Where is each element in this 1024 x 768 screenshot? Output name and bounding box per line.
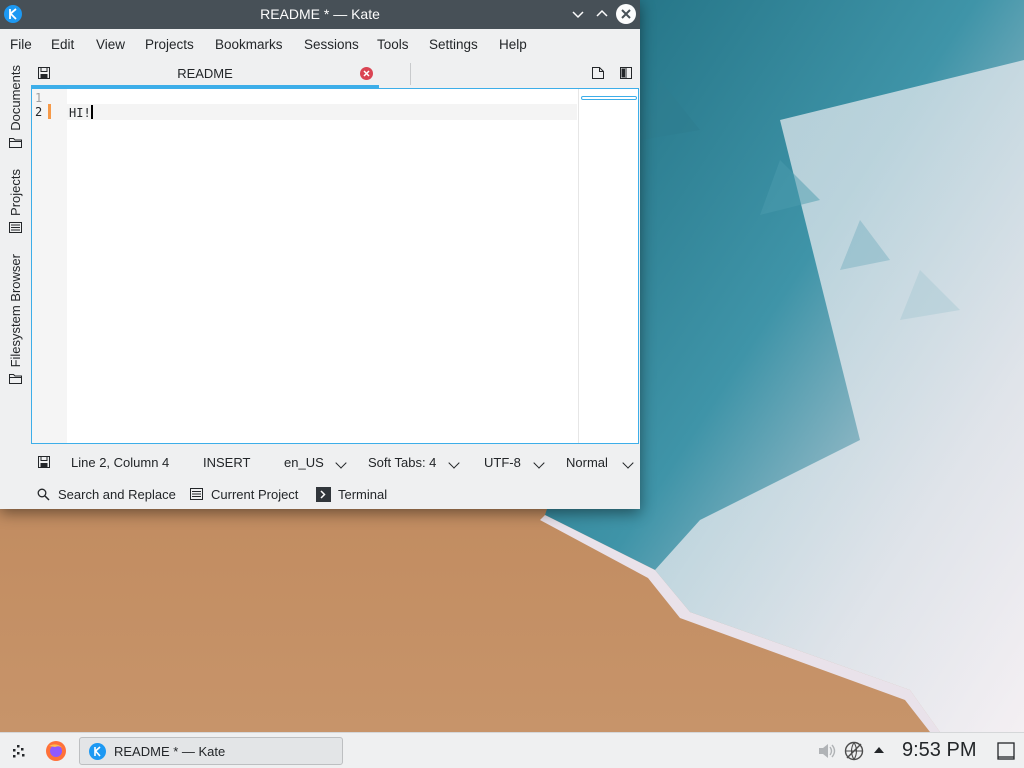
current-line-highlight <box>67 104 577 120</box>
chevron-up-icon <box>596 9 608 17</box>
input-mode-selector[interactable]: Normal <box>566 455 608 470</box>
sidebar-tab-documents[interactable]: Documents <box>6 65 24 148</box>
chevron-down-icon[interactable] <box>533 457 545 469</box>
folder-icon <box>8 137 22 148</box>
terminal-icon <box>316 487 331 502</box>
menu-projects[interactable]: Projects <box>145 37 194 52</box>
tab-readme[interactable]: README <box>31 60 379 88</box>
menu-tools[interactable]: Tools <box>377 37 409 52</box>
terminal-button[interactable]: Terminal <box>338 487 387 502</box>
indentation-selector[interactable]: Soft Tabs: 4 <box>368 455 436 470</box>
close-icon <box>621 9 631 19</box>
status-bar: Line 2, Column 4 INSERT en_US Soft Tabs:… <box>31 448 639 476</box>
dictionary-selector[interactable]: en_US <box>284 455 324 470</box>
minimap-scrollbar[interactable] <box>578 89 638 443</box>
menu-bookmarks[interactable]: Bookmarks <box>215 37 283 52</box>
menu-file[interactable]: File <box>10 37 32 52</box>
menu-edit[interactable]: Edit <box>51 37 74 52</box>
encoding-selector[interactable]: UTF-8 <box>484 455 521 470</box>
cursor-position[interactable]: Line 2, Column 4 <box>71 455 169 470</box>
code-line[interactable]: HI! <box>69 105 93 120</box>
code-text: HI! <box>69 106 91 120</box>
close-window-button[interactable] <box>616 4 636 24</box>
task-label: README * — Kate <box>114 744 226 759</box>
sidebar-tab-label: Documents <box>7 65 23 131</box>
line-number: 1 <box>35 91 43 105</box>
folder-icon <box>8 374 22 385</box>
menu-help[interactable]: Help <box>499 37 527 52</box>
menu-settings[interactable]: Settings <box>429 37 478 52</box>
taskbar: README * — Kate 9:53 PM <box>0 732 1024 768</box>
chevron-down-icon[interactable] <box>448 457 460 469</box>
text-editor-area[interactable]: 1 2 HI! <box>31 88 639 444</box>
document-tab-bar: README <box>31 60 639 88</box>
application-launcher-icon[interactable] <box>10 742 28 760</box>
split-view-icon[interactable] <box>619 66 633 80</box>
menu-view[interactable]: View <box>96 37 125 52</box>
expand-tray-icon[interactable] <box>873 745 885 755</box>
show-desktop-icon[interactable] <box>997 742 1015 760</box>
sidebar-tab-filesystem-browser[interactable]: Filesystem Browser <box>6 254 24 385</box>
edit-mode[interactable]: INSERT <box>203 455 250 470</box>
taskbar-task-kate[interactable]: README * — Kate <box>79 737 343 765</box>
menu-bar: File Edit View Projects Bookmarks Sessio… <box>0 29 640 59</box>
search-icon <box>37 488 50 501</box>
tool-view-bar: Search and Replace Current Project Termi… <box>31 482 639 506</box>
firefox-icon[interactable] <box>45 740 67 762</box>
line-number-gutter: 1 2 <box>32 89 67 443</box>
close-tab-icon <box>363 70 370 77</box>
sidebar-tab-label: Projects <box>7 169 23 216</box>
line-number: 2 <box>35 105 43 119</box>
save-icon[interactable] <box>38 456 50 468</box>
new-document-icon[interactable] <box>591 66 605 80</box>
text-cursor <box>90 105 93 119</box>
modified-line-marker <box>48 104 51 119</box>
sidebar-tab-label: Filesystem Browser <box>7 254 23 368</box>
window-title: README * — Kate <box>260 6 380 22</box>
title-bar[interactable]: README * — Kate <box>0 0 640 29</box>
minimap-thumb[interactable] <box>581 96 637 100</box>
network-icon[interactable] <box>844 741 864 761</box>
close-tab-button[interactable] <box>360 67 373 80</box>
list-icon <box>190 488 203 500</box>
search-and-replace-button[interactable]: Search and Replace <box>58 487 176 502</box>
kate-app-icon <box>89 743 106 760</box>
tab-title: README <box>177 66 233 81</box>
volume-icon[interactable] <box>817 742 837 760</box>
sidebar-tab-projects[interactable]: Projects <box>6 169 24 233</box>
maximize-button[interactable] <box>592 4 612 24</box>
kate-window: README * — Kate File Edit View Projects … <box>0 0 640 509</box>
list-icon <box>8 221 22 233</box>
clock[interactable]: 9:53 PM <box>902 739 976 762</box>
chevron-down-icon[interactable] <box>622 457 634 469</box>
tab-separator <box>410 63 411 85</box>
chevron-down-icon[interactable] <box>335 457 347 469</box>
current-project-button[interactable]: Current Project <box>211 487 298 502</box>
side-panel-tabs: Documents Projects Filesystem Browser <box>0 59 30 399</box>
menu-sessions[interactable]: Sessions <box>304 37 359 52</box>
minimize-button[interactable] <box>568 4 588 24</box>
chevron-down-icon <box>572 11 584 19</box>
